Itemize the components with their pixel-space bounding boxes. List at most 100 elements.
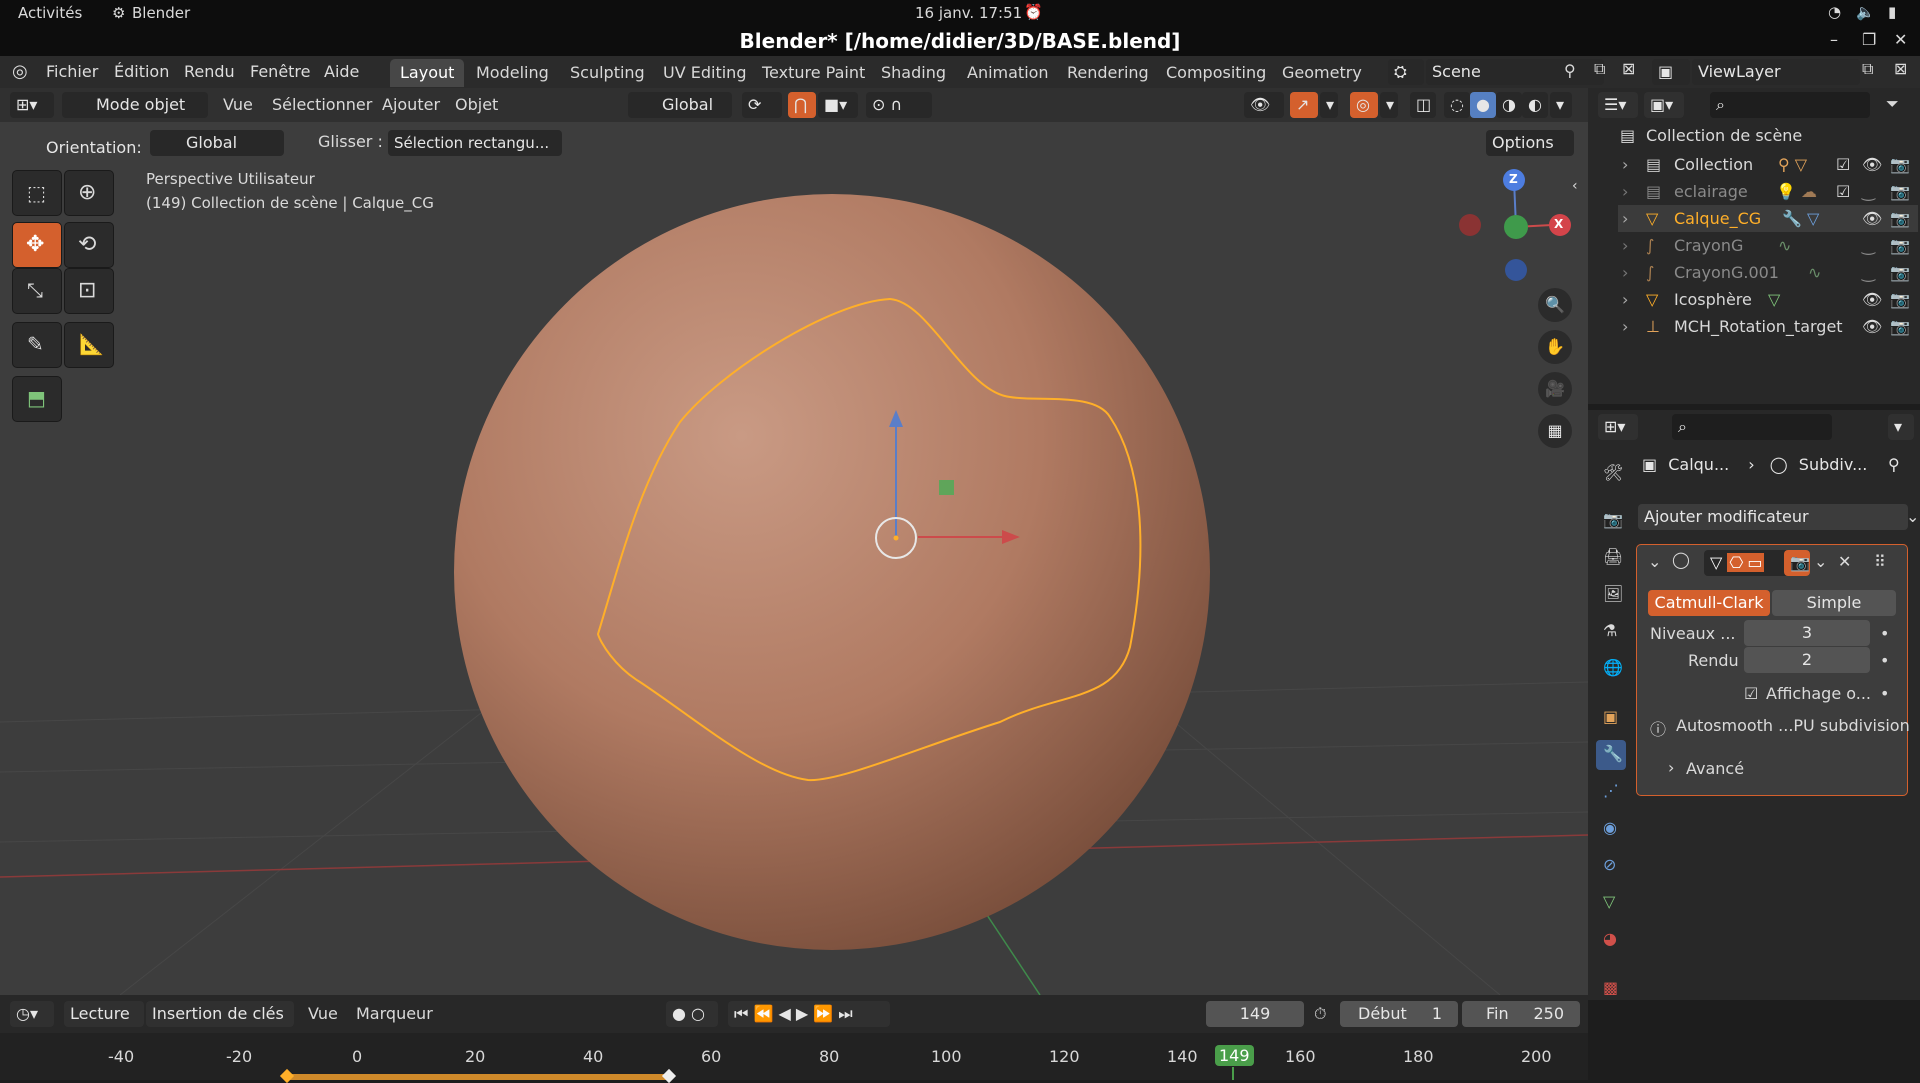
zoom-icon[interactable]: 🔍 [1538, 288, 1572, 322]
modifier-menu-icon[interactable]: ⌄ [1814, 552, 1827, 571]
drag-handle-icon[interactable]: ⠿ [1874, 552, 1886, 571]
outliner-row-icosphere[interactable]: › ▽ Icosphère ▽ 👁 📷 [1618, 286, 1918, 313]
menu-view[interactable]: Vue [223, 95, 253, 114]
pin-icon[interactable]: ⚲ [1888, 452, 1900, 478]
mode-dropdown[interactable]: Mode objet [62, 92, 208, 118]
material-tab-icon[interactable]: ◕ [1596, 925, 1626, 955]
camera-icon[interactable]: 📷 [1890, 151, 1910, 178]
advanced-chevron-icon[interactable]: › [1668, 758, 1674, 777]
camera-icon[interactable]: 📷 [1890, 205, 1910, 232]
properties-editor-type-icon[interactable]: ⊞▾ [1598, 414, 1638, 440]
world-tab-icon[interactable]: 🌐 [1596, 654, 1626, 684]
advanced-section[interactable]: Avancé [1686, 759, 1744, 778]
eye-icon[interactable]: 👁 [1862, 205, 1882, 232]
blender-logo-icon[interactable]: ◎ [12, 56, 28, 88]
select-box-tool-icon[interactable]: ⬚ [12, 170, 62, 216]
keyframe-dot-icon[interactable]: • [1880, 624, 1889, 643]
delete-view-layer-icon[interactable]: ⊠ [1894, 59, 1907, 78]
scene-selector-icon[interactable]: ⛭ [1388, 59, 1424, 85]
properties-options-icon[interactable]: ▾ [1888, 414, 1914, 440]
eye-hidden-icon[interactable]: ‿ [1862, 232, 1875, 259]
orientation-dropdown[interactable]: Global [150, 130, 284, 156]
particles-tab-icon[interactable]: ⋰ [1596, 777, 1626, 807]
scale-tool-icon[interactable]: ⤡ [12, 268, 62, 314]
scene-name-field[interactable]: Scene [1426, 59, 1604, 85]
minimize-icon[interactable]: – [1830, 30, 1838, 49]
cursor-tool-icon[interactable]: ⊕ [64, 170, 114, 216]
object-tab-icon[interactable]: ▣ [1596, 703, 1626, 733]
texture-tab-icon[interactable]: ▩ [1596, 974, 1626, 1004]
render-levels-field[interactable]: 2 [1744, 647, 1870, 673]
output-tab-icon[interactable]: 🖨 [1596, 543, 1626, 573]
pan-hand-icon[interactable]: ✋ [1538, 330, 1572, 364]
delete-scene-icon[interactable]: ⊠ [1622, 59, 1635, 78]
catmull-clark-button[interactable]: Catmull-Clark [1648, 590, 1770, 616]
solid-shading-icon[interactable]: ● [1470, 92, 1496, 118]
measure-tool-icon[interactable]: 📐 [64, 322, 114, 368]
menu-help[interactable]: Aide [324, 56, 359, 88]
xray-icon[interactable]: ◫ [1410, 92, 1436, 118]
drag-selection-dropdown[interactable]: Sélection rectangu... [388, 130, 562, 156]
eye-hidden-icon[interactable]: ‿ [1862, 178, 1875, 205]
sidebar-toggle-icon[interactable]: ‹ [1572, 178, 1578, 194]
menu-object[interactable]: Objet [455, 95, 498, 114]
tab-uv-editing[interactable]: UV Editing [653, 59, 756, 87]
volume-icon[interactable]: 🔈 [1856, 3, 1875, 21]
options-dropdown[interactable]: Options [1486, 130, 1574, 156]
playback-controls[interactable]: ⏮ ⏪ ◀ ▶ ⏩ ⏭ [728, 1001, 890, 1027]
wifi-icon[interactable]: ◔ [1828, 3, 1841, 21]
proportional-edit-icon[interactable]: ⊙ ∩ [866, 92, 932, 118]
timeline-editor-type-icon[interactable]: ◷▾ [10, 1001, 54, 1027]
filter-icon[interactable]: ⏷ [1886, 94, 1899, 114]
stopwatch-icon[interactable]: ⏱ [1314, 1004, 1326, 1024]
nav-y[interactable] [1504, 215, 1528, 239]
playback-menu[interactable]: Lecture [64, 1001, 144, 1027]
camera-icon[interactable]: 📷 [1890, 259, 1910, 286]
move-tool-icon[interactable]: ✥ [12, 222, 62, 268]
marker-menu[interactable]: Marqueur [356, 1004, 433, 1023]
maximize-icon[interactable]: ❐ [1862, 30, 1876, 49]
tab-geometry-nodes[interactable]: Geometry Nc [1272, 59, 1380, 87]
current-frame-field[interactable]: 149 [1206, 1001, 1304, 1027]
eye-icon[interactable]: 👁 [1862, 286, 1882, 313]
transform-tool-icon[interactable]: ⊡ [64, 268, 114, 314]
close-icon[interactable]: ✕ [1894, 30, 1907, 49]
eye-icon[interactable]: 👁 [1862, 151, 1882, 178]
view-layer-icon[interactable]: ▣ [1652, 59, 1690, 85]
outliner-search-input[interactable]: ⌕ [1710, 92, 1870, 118]
icosphere-mesh[interactable] [454, 194, 1210, 950]
render-toggle-icon[interactable]: 📷 [1784, 550, 1810, 576]
material-shading-icon[interactable]: ◑ [1496, 92, 1522, 118]
outliner-editor-type-icon[interactable]: ☰▾ [1598, 92, 1638, 118]
3d-viewport[interactable]: X Z Orientation: Global Glisser : Sélect… [0, 122, 1588, 995]
physics-tab-icon[interactable]: ◉ [1596, 814, 1626, 844]
outliner-row-crayong-001[interactable]: › ∫ CrayonG.001 ∿ ‿ 📷 [1618, 259, 1918, 286]
start-frame-field[interactable]: Début 1 [1340, 1001, 1458, 1027]
outliner-row-eclairage[interactable]: › ▤ eclairage 💡 ☁ ☑ ‿ 📷 [1618, 178, 1918, 205]
pivot-icon[interactable]: ⟳ [742, 92, 782, 118]
tab-rendering[interactable]: Rendering [1057, 59, 1159, 87]
view-layer-field[interactable]: ViewLayer [1692, 59, 1860, 85]
display-mode-icon[interactable]: ▣▾ [1644, 92, 1684, 118]
eye-hidden-icon[interactable]: ‿ [1862, 259, 1875, 286]
camera-view-icon[interactable]: 🎥 [1538, 372, 1572, 406]
end-frame-field[interactable]: Fin 250 [1462, 1001, 1580, 1027]
camera-icon[interactable]: 📷 [1890, 178, 1910, 205]
tab-shading[interactable]: Shading [871, 59, 956, 87]
checkbox-icon[interactable]: ☑ [1836, 151, 1850, 178]
simple-button[interactable]: Simple [1772, 590, 1896, 616]
overlay-dropdown-icon[interactable]: ▾ [1380, 92, 1398, 118]
keying-menu[interactable]: Insertion de clés [146, 1001, 294, 1027]
constraints-tab-icon[interactable]: ⊘ [1596, 851, 1626, 881]
playhead-frame-badge[interactable]: 149 [1215, 1045, 1254, 1066]
tab-sculpting[interactable]: Sculpting [560, 59, 655, 87]
snap-icon[interactable]: ⋂ [788, 92, 816, 118]
outliner-row-mch-rotation-target[interactable]: › ⊥ MCH_Rotation_target 👁 📷 [1618, 313, 1918, 340]
properties-search-input[interactable]: ⌕ [1672, 414, 1832, 440]
rendered-shading-icon[interactable]: ◐ [1522, 92, 1548, 118]
camera-icon[interactable]: 📷 [1890, 286, 1910, 313]
scene-tab-icon[interactable]: ⚗ [1596, 617, 1626, 647]
tab-texture-paint[interactable]: Texture Paint [752, 59, 875, 87]
tool-tab-icon[interactable]: 🛠 [1596, 459, 1626, 489]
perspective-grid-icon[interactable]: ▦ [1538, 414, 1572, 448]
